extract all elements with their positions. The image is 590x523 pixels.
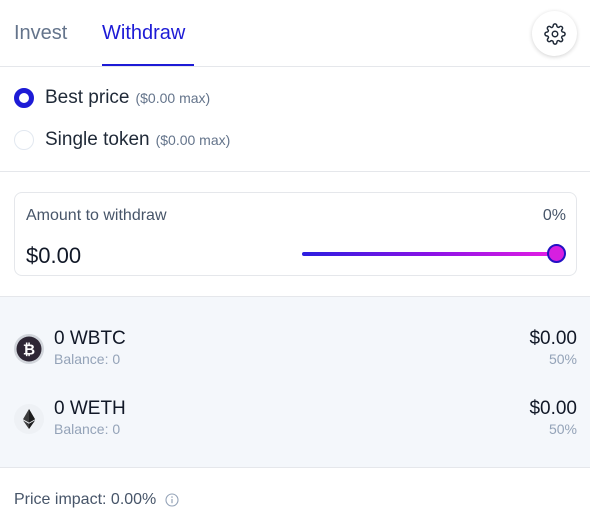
option-single-token[interactable]: Single token ($0.00 max) (14, 129, 230, 151)
token-balance: Balance: 0 (54, 351, 121, 367)
withdraw-slider-thumb[interactable] (547, 244, 566, 263)
ethereum-icon (14, 404, 44, 434)
tab-invest[interactable]: Invest (14, 22, 67, 45)
tab-bar: Invest Withdraw (0, 0, 590, 67)
option-max: ($0.00 max) (135, 90, 211, 106)
info-icon[interactable] (165, 493, 179, 507)
settings-button[interactable] (532, 11, 577, 56)
withdraw-slider-track[interactable] (302, 252, 558, 256)
token-share: 50% (548, 421, 577, 437)
token-row-wbtc: ₿ 0 WBTC Balance: 0 $0.00 50% (14, 328, 577, 376)
token-balance: Balance: 0 (54, 421, 121, 437)
token-amount: 0 WBTC (54, 328, 126, 349)
option-best-price[interactable]: Best price ($0.00 max) (14, 87, 210, 109)
token-list: ₿ 0 WBTC Balance: 0 $0.00 50% 0 WETH Bal… (0, 296, 590, 468)
radio-single-token[interactable] (14, 130, 34, 150)
price-impact-label: Price impact: 0.00% (14, 491, 157, 508)
token-share: 50% (548, 351, 577, 367)
amount-label: Amount to withdraw (26, 207, 167, 224)
svg-text:₿: ₿ (23, 341, 35, 359)
token-value: $0.00 (529, 398, 577, 419)
tab-withdraw[interactable]: Withdraw (102, 22, 185, 45)
price-impact: Price impact: 0.00% (14, 491, 179, 509)
amount-percent: 0% (542, 207, 566, 224)
option-max: ($0.00 max) (155, 132, 231, 148)
token-amount: 0 WETH (54, 398, 126, 419)
gear-icon (543, 22, 566, 45)
token-value: $0.00 (529, 328, 577, 349)
divider (0, 171, 590, 172)
amount-value[interactable]: $0.00 (26, 243, 81, 269)
token-row-weth: 0 WETH Balance: 0 $0.00 50% (14, 398, 577, 446)
amount-card: Amount to withdraw 0% $0.00 (14, 192, 577, 276)
active-tab-indicator (102, 64, 194, 66)
option-label: Best price (45, 87, 130, 108)
bitcoin-icon: ₿ (14, 334, 44, 364)
option-label: Single token (45, 129, 150, 150)
radio-best-price[interactable] (14, 88, 34, 108)
